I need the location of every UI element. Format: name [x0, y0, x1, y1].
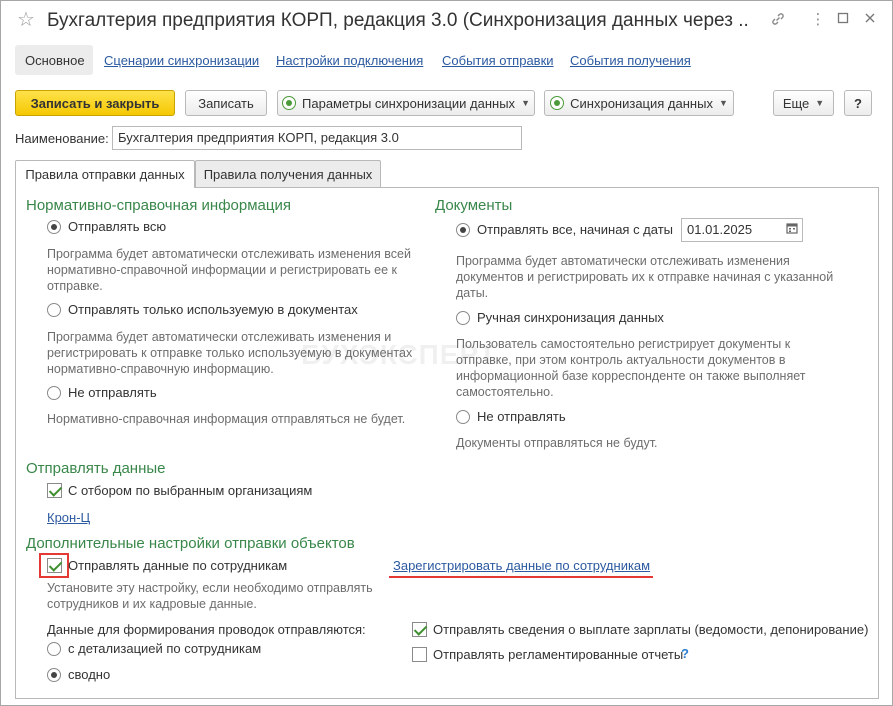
- sync-icon: [282, 96, 297, 110]
- nav-send-events[interactable]: События отправки: [442, 53, 554, 68]
- employees-checkbox[interactable]: [47, 558, 62, 573]
- employees-label[interactable]: Отправлять данные по сотрудникам: [68, 558, 287, 573]
- save-button[interactable]: Записать: [185, 90, 267, 116]
- link-icon[interactable]: [769, 11, 787, 29]
- nav-main[interactable]: Основное: [25, 53, 85, 68]
- more-button[interactable]: Еще ▼: [773, 90, 834, 116]
- docs-manual-desc: Пользователь самостоятельно регистрирует…: [456, 337, 806, 399]
- org-filter-label[interactable]: С отбором по выбранным организациям: [68, 483, 312, 498]
- calendar-icon[interactable]: [783, 222, 801, 238]
- nsi-send-all-radio[interactable]: [47, 220, 61, 234]
- extra-section-title: Дополнительные настройки отправки объект…: [26, 535, 355, 552]
- sync-settings-window: ☆ Бухгалтерия предприятия КОРП, редакция…: [0, 0, 893, 706]
- sync-params-label: Параметры синхронизации данных: [302, 95, 516, 111]
- chevron-down-icon: ▼: [815, 98, 825, 108]
- docs-send-from-desc: Программа будет автоматически отслеживат…: [456, 254, 834, 300]
- more-label: Еще: [782, 95, 810, 111]
- sync-icon: [550, 96, 565, 110]
- nsi-send-all-desc: Программа будет автоматически отслеживат…: [47, 247, 411, 293]
- postings-label: Данные для формирования проводок отправл…: [47, 622, 366, 637]
- maximize-icon[interactable]: [834, 11, 852, 29]
- nsi-send-all-label[interactable]: Отправлять всю: [68, 219, 166, 234]
- nsi-send-used-radio[interactable]: [47, 303, 61, 317]
- close-icon[interactable]: [861, 11, 879, 29]
- chevron-down-icon: ▼: [718, 98, 728, 108]
- sync-button[interactable]: Синхронизация данных ▼: [544, 90, 734, 116]
- org-link[interactable]: Крон-Ц: [47, 510, 90, 525]
- help-label: ?: [854, 95, 862, 111]
- chevron-down-icon: ▼: [521, 98, 530, 108]
- nsi-send-used-desc: Программа будет автоматически отслеживат…: [47, 330, 413, 376]
- detailed-label[interactable]: с детализацией по сотрудникам: [68, 641, 261, 656]
- nav-sync-scenarios[interactable]: Сценарии синхронизации: [104, 53, 259, 68]
- tab-send-rules[interactable]: Правила отправки данных: [15, 160, 195, 188]
- docs-date-value: 01.01.2025: [687, 222, 753, 237]
- window-title: Бухгалтерия предприятия КОРП, редакция 3…: [47, 10, 747, 31]
- summary-label[interactable]: сводно: [68, 667, 110, 682]
- reports-label[interactable]: Отправлять регламентированные отчеты: [433, 647, 683, 662]
- tab-receive-rules[interactable]: Правила получения данных: [195, 160, 381, 187]
- docs-section-title: Документы: [435, 197, 513, 214]
- name-input[interactable]: Бухгалтерия предприятия КОРП, редакция 3…: [112, 126, 522, 150]
- help-button[interactable]: ?: [844, 90, 872, 116]
- sync-label: Синхронизация данных: [570, 95, 713, 111]
- register-employees-link[interactable]: Зарегистрировать данные по сотрудникам: [393, 558, 650, 573]
- send-data-section-title: Отправлять данные: [26, 460, 166, 477]
- reports-checkbox[interactable]: [412, 647, 427, 662]
- nav-connection-settings[interactable]: Настройки подключения: [276, 53, 423, 68]
- docs-none-desc: Документы отправляться не будут.: [456, 436, 658, 450]
- highlight-underline: [389, 576, 653, 578]
- name-label: Наименование:: [15, 131, 109, 146]
- save-label: Записать: [198, 95, 254, 111]
- docs-send-from-radio[interactable]: [456, 223, 470, 237]
- more-icon[interactable]: ⋮: [809, 11, 827, 29]
- salary-checkbox[interactable]: [412, 622, 427, 637]
- nsi-none-desc: Нормативно-справочная информация отправл…: [47, 412, 406, 426]
- nsi-send-used-label[interactable]: Отправлять только используемую в докумен…: [68, 302, 358, 317]
- employees-desc: Установите эту настройку, если необходим…: [47, 581, 373, 611]
- nsi-none-label[interactable]: Не отправлять: [68, 385, 157, 400]
- salary-label[interactable]: Отправлять сведения о выплате зарплаты (…: [433, 622, 868, 637]
- sync-params-button[interactable]: Параметры синхронизации данных ▼: [277, 90, 535, 116]
- docs-manual-label[interactable]: Ручная синхронизация данных: [477, 310, 664, 325]
- save-close-button[interactable]: Записать и закрыть: [15, 90, 175, 116]
- summary-radio[interactable]: [47, 668, 61, 682]
- nav-receive-events[interactable]: События получения: [570, 53, 691, 68]
- detailed-radio[interactable]: [47, 642, 61, 656]
- docs-none-label[interactable]: Не отправлять: [477, 409, 566, 424]
- docs-none-radio[interactable]: [456, 410, 470, 424]
- nsi-none-radio[interactable]: [47, 386, 61, 400]
- docs-send-from-label[interactable]: Отправлять все, начиная с даты: [477, 222, 673, 237]
- help-icon[interactable]: ?: [681, 646, 689, 661]
- nsi-section-title: Нормативно-справочная информация: [26, 197, 291, 214]
- org-filter-checkbox[interactable]: [47, 483, 62, 498]
- docs-manual-radio[interactable]: [456, 311, 470, 325]
- star-icon[interactable]: ☆: [17, 10, 35, 30]
- save-close-label: Записать и закрыть: [30, 95, 160, 111]
